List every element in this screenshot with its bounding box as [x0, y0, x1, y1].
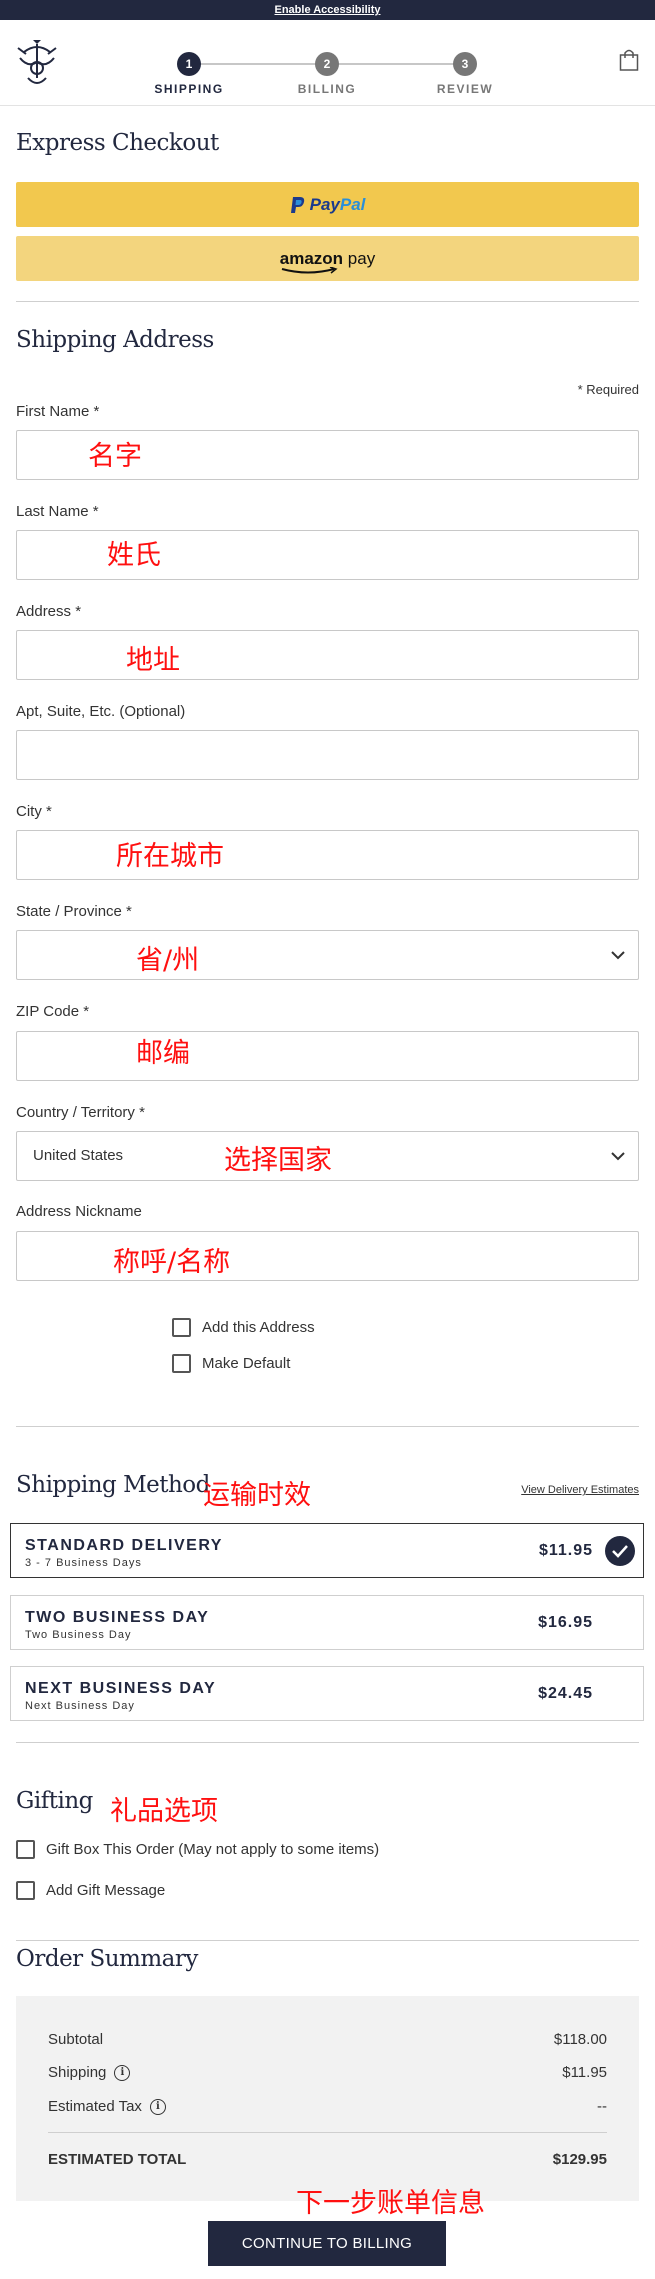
city-label: City *	[16, 803, 52, 820]
total-label: ESTIMATED TOTAL	[48, 2151, 187, 2168]
city-field[interactable]	[16, 830, 639, 880]
step-1-label[interactable]: SHIPPING	[129, 82, 249, 96]
subtotal-value: $118.00	[553, 2031, 607, 2048]
make-default-label[interactable]: Make Default	[202, 1355, 290, 1372]
checkmark-icon	[605, 1536, 635, 1566]
amazon-pay-word: pay	[347, 248, 376, 268]
nickname-field[interactable]	[16, 1231, 639, 1281]
shopping-bag-icon[interactable]	[619, 48, 639, 72]
city-annotation: 所在城市	[116, 841, 224, 872]
zip-label: ZIP Code *	[16, 1003, 90, 1020]
step-2-circle: 2	[315, 52, 339, 76]
step-1-circle[interactable]: 1	[177, 52, 201, 76]
chevron-down-icon	[611, 1152, 625, 1161]
zip-field[interactable]	[16, 1031, 639, 1081]
express-checkout-title: Express Checkout	[16, 130, 219, 156]
shipping-option-sub: Two Business Day	[25, 1629, 132, 1641]
shipping-method-divider	[16, 1742, 639, 1743]
shipping-option-next-day[interactable]: NEXT BUSINESS DAY Next Business Day $24.…	[10, 1666, 644, 1721]
shipping-option-price: $16.95	[538, 1614, 593, 1631]
chevron-down-icon	[611, 951, 625, 960]
country-value: United States	[33, 1147, 124, 1164]
amazon-word: amazon	[279, 248, 344, 268]
continue-to-billing-button[interactable]: CONTINUE TO BILLING	[208, 2221, 446, 2266]
apt-field[interactable]	[16, 730, 639, 780]
shipping-option-two-day[interactable]: TWO BUSINESS DAY Two Business Day $16.95	[10, 1595, 644, 1650]
shipping-option-name: TWO BUSINESS DAY	[25, 1609, 210, 1626]
gifting-divider	[16, 1940, 639, 1941]
address-divider	[16, 1426, 639, 1427]
view-delivery-estimates-link[interactable]: View Delivery Estimates	[521, 1484, 639, 1496]
paypal-word-pay: Pay	[309, 194, 340, 214]
shipping-option-sub: 3 - 7 Business Days	[25, 1557, 142, 1569]
add-address-checkbox[interactable]	[172, 1318, 191, 1337]
add-address-label[interactable]: Add this Address	[202, 1319, 315, 1336]
first-name-label: First Name *	[16, 403, 100, 420]
gift-box-label[interactable]: Gift Box This Order (May not apply to so…	[46, 1841, 379, 1858]
last-name-label: Last Name *	[16, 503, 99, 520]
shipping-method-title: Shipping Method	[16, 1472, 210, 1498]
step-3-label: REVIEW	[436, 82, 494, 96]
subtotal-row: Subtotal $118.00	[48, 2031, 607, 2048]
nickname-annotation: 称呼/名称	[113, 1247, 231, 1278]
shipping-option-price: $24.45	[538, 1685, 593, 1702]
address-annotation: 地址	[126, 645, 180, 676]
shipping-option-name: NEXT BUSINESS DAY	[25, 1680, 217, 1697]
shipping-option-standard[interactable]: STANDARD DELIVERY 3 - 7 Business Days $1…	[10, 1523, 644, 1578]
gift-box-checkbox[interactable]	[16, 1840, 35, 1859]
paypal-logo-icon: Pay Pal	[290, 194, 366, 215]
tax-value: --	[597, 2098, 607, 2115]
shipping-address-title: Shipping Address	[16, 327, 214, 353]
paypal-word-pal: Pal	[339, 194, 366, 214]
country-annotation: 选择国家	[224, 1145, 332, 1176]
checkout-header: 1 SHIPPING 2 BILLING 3 REVIEW	[0, 20, 655, 106]
required-note: * Required	[577, 382, 639, 397]
address-field[interactable]	[16, 630, 639, 680]
step-line-1	[196, 63, 326, 65]
brand-logo-icon[interactable]	[14, 38, 60, 90]
step-2-label: BILLING	[297, 82, 357, 96]
order-summary-title: Order Summary	[16, 1946, 198, 1972]
shipping-method-annotation: 运输时效	[203, 1480, 311, 1511]
gifting-title: Gifting	[16, 1788, 93, 1814]
tax-row: Estimated Tax i --	[48, 2098, 607, 2116]
amazon-pay-button[interactable]: amazon pay	[16, 236, 639, 281]
shipping-option-sub: Next Business Day	[25, 1700, 135, 1712]
state-annotation: 省/州	[136, 945, 200, 976]
cta-annotation: 下一步账单信息	[296, 2188, 485, 2219]
subtotal-label: Subtotal	[48, 2031, 104, 2048]
summary-divider	[48, 2132, 607, 2133]
gifting-annotation: 礼品选项	[110, 1796, 218, 1827]
state-select[interactable]	[16, 930, 639, 980]
shipping-info-icon[interactable]: i	[114, 2065, 131, 2082]
country-label: Country / Territory *	[16, 1104, 145, 1121]
shipping-row: Shipping i $11.95	[48, 2064, 607, 2082]
nickname-label: Address Nickname	[16, 1203, 142, 1220]
enable-accessibility-link[interactable]: Enable Accessibility	[275, 4, 381, 16]
zip-annotation: 邮编	[136, 1038, 190, 1069]
shipping-label: Shipping	[48, 2064, 107, 2081]
state-label: State / Province *	[16, 903, 132, 920]
apt-label: Apt, Suite, Etc. (Optional)	[16, 703, 186, 720]
last-name-annotation: 姓氏	[107, 540, 161, 571]
paypal-button[interactable]: Pay Pal	[16, 182, 639, 227]
tax-label: Estimated Tax	[48, 2098, 142, 2115]
step-3-circle: 3	[453, 52, 477, 76]
shipping-option-price: $11.95	[538, 1542, 593, 1559]
tax-info-icon[interactable]: i	[149, 2099, 166, 2116]
gift-message-label[interactable]: Add Gift Message	[46, 1882, 165, 1899]
step-line-2	[330, 63, 460, 65]
make-default-checkbox[interactable]	[172, 1354, 191, 1373]
shipping-option-name: STANDARD DELIVERY	[25, 1537, 223, 1554]
accessibility-bar: Enable Accessibility	[0, 0, 655, 20]
address-label: Address *	[16, 603, 82, 620]
total-row: ESTIMATED TOTAL $129.95	[48, 2151, 607, 2168]
amazon-pay-logo-icon: amazon pay	[279, 248, 376, 274]
gift-message-checkbox[interactable]	[16, 1881, 35, 1900]
express-divider	[16, 301, 639, 302]
total-value: $129.95	[552, 2151, 607, 2168]
first-name-annotation: 名字	[88, 441, 142, 472]
shipping-value: $11.95	[562, 2064, 607, 2081]
